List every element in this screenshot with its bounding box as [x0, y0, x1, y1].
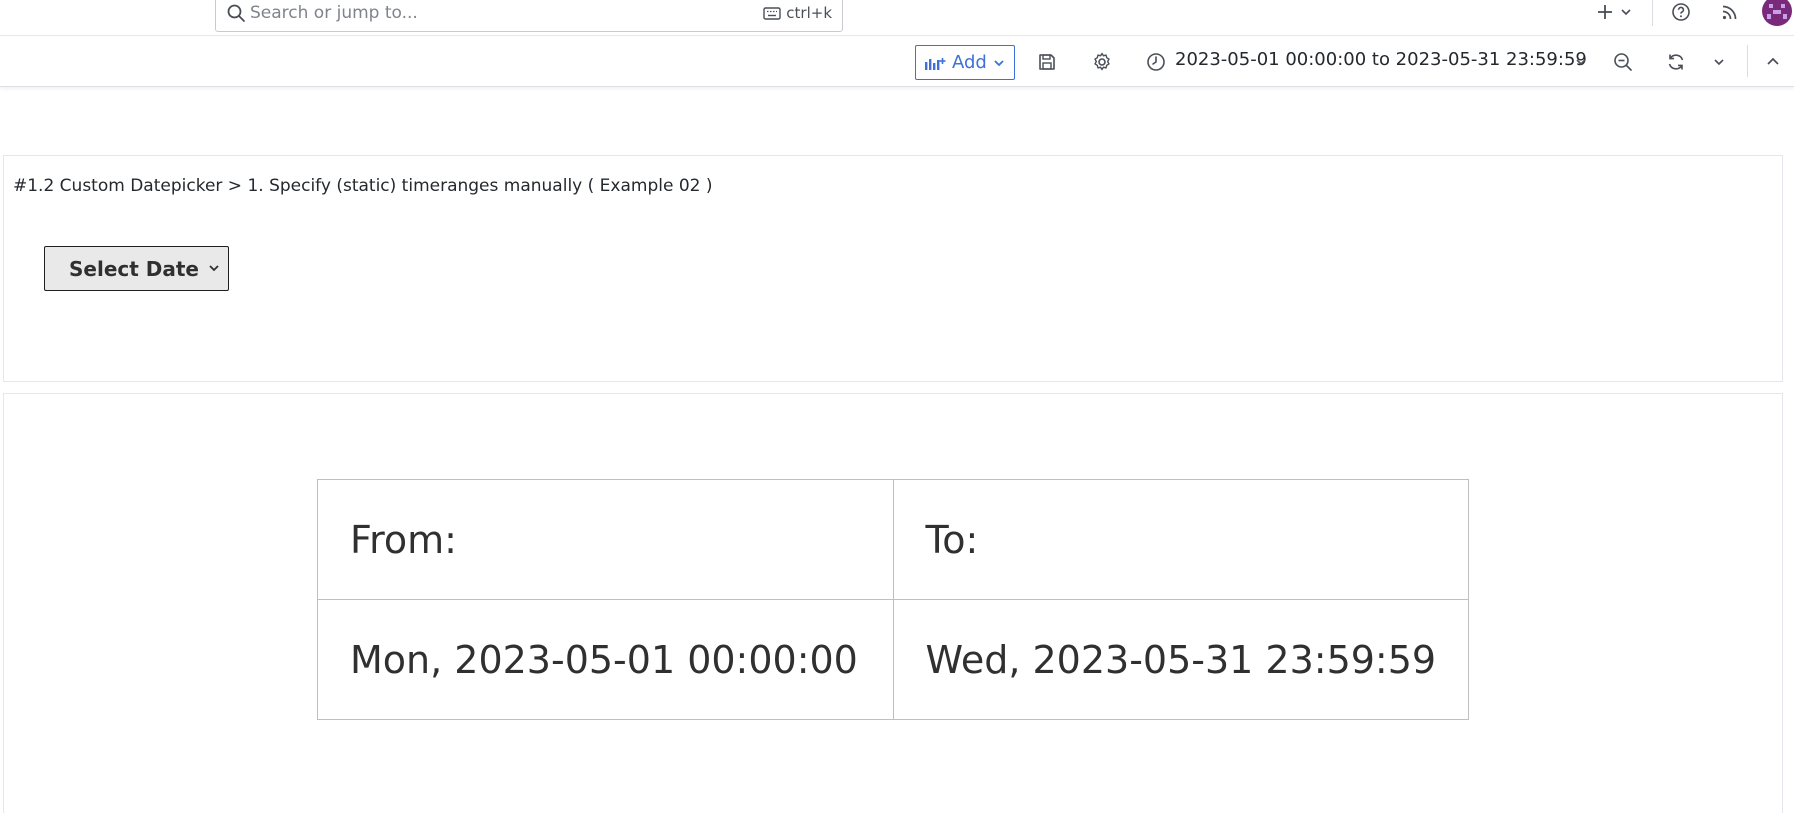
datepicker-panel: #1.2 Custom Datepicker > 1. Specify (sta… [3, 155, 1783, 382]
avatar[interactable] [1762, 0, 1792, 26]
to-value: Wed, 2023-05-31 23:59:59 [892, 599, 1469, 720]
time-range-dropdown[interactable] [1570, 49, 1592, 75]
to-header: To: [892, 479, 1469, 600]
date-range-panel: From: To: Mon, 2023-05-01 00:00:00 Wed, … [3, 393, 1783, 813]
search-icon [227, 4, 245, 22]
add-button[interactable]: Add [915, 45, 1015, 80]
dashboard-settings-button[interactable] [1088, 49, 1116, 75]
avatar-pattern-icon [1767, 4, 1787, 19]
chevron-up-icon [1767, 57, 1779, 65]
from-header: From: [317, 479, 894, 600]
search-box[interactable]: ctrl+k [215, 0, 843, 32]
keyboard-icon [763, 6, 781, 20]
gear-icon [1094, 52, 1110, 71]
select-date-dropdown[interactable]: Select Date [44, 246, 229, 291]
time-picker-clock[interactable] [1143, 49, 1169, 75]
from-value: Mon, 2023-05-01 00:00:00 [317, 599, 894, 720]
table-row: From: To: [317, 479, 1469, 600]
save-icon [1039, 54, 1055, 70]
topbar-divider [1652, 0, 1653, 26]
news-button[interactable] [1715, 0, 1745, 24]
zoom-out-icon [1614, 53, 1632, 71]
chevron-down-icon [994, 59, 1004, 66]
plus-icon [1598, 5, 1612, 19]
collapse-toolbar-button[interactable] [1760, 49, 1786, 75]
new-menu-button[interactable] [1590, 0, 1638, 24]
time-range-label[interactable]: 2023-05-01 00:00:00 to 2023-05-31 23:59:… [1175, 49, 1587, 75]
refresh-icon [1668, 54, 1684, 70]
refresh-button[interactable] [1662, 49, 1690, 75]
search-input[interactable] [250, 0, 730, 27]
help-icon [1672, 3, 1690, 21]
toolbar-divider [1747, 45, 1748, 77]
add-button-label: Add [952, 52, 987, 73]
refresh-interval-dropdown[interactable] [1708, 49, 1730, 75]
shortcut-label: ctrl+k [786, 4, 832, 22]
date-range-table: From: To: Mon, 2023-05-01 00:00:00 Wed, … [317, 479, 1469, 720]
clock-icon [1147, 53, 1165, 71]
table-row: Mon, 2023-05-01 00:00:00 Wed, 2023-05-31… [317, 599, 1469, 720]
chevron-down-icon [1576, 59, 1586, 66]
select-date-select[interactable]: Select Date [45, 247, 228, 290]
chevron-down-icon [1621, 9, 1631, 16]
shortcut-hint: ctrl+k [763, 4, 832, 22]
panel-title: #1.2 Custom Datepicker > 1. Specify (sta… [13, 176, 713, 196]
rss-icon [1722, 5, 1737, 20]
top-bar: ctrl+k [0, 0, 1794, 36]
zoom-out-button[interactable] [1609, 49, 1637, 75]
chevron-down-icon [1714, 59, 1724, 66]
dashboard-toolbar: Add 2023-05-01 00:00:00 to 2023-05-31 23… [0, 37, 1794, 87]
save-dashboard-button[interactable] [1033, 49, 1061, 75]
add-panel-icon [925, 57, 946, 70]
help-button[interactable] [1666, 0, 1696, 24]
